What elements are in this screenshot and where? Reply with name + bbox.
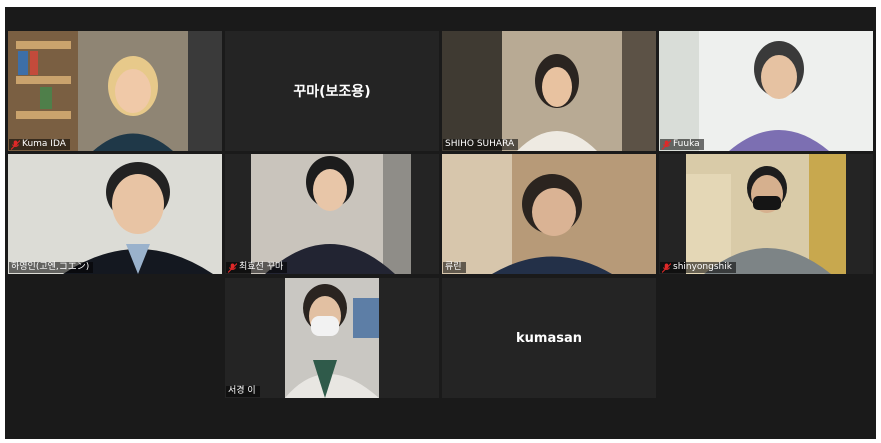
participant-video [659,31,873,151]
muted-mic-icon [228,262,237,273]
participant-name-tag: shinyongshik [660,262,736,273]
participant-name: shinyongshik [673,262,732,272]
video-gallery: Kuma IDA 꾸마(보조용) SHIHO SUHARA Fuuka 하영인(… [5,7,876,439]
participant-name: Fuuka [673,139,700,149]
participant-name: 서경 이 [228,386,256,396]
muted-mic-icon [662,262,671,273]
participant-tile-kuma-ida[interactable]: Kuma IDA [8,31,222,151]
participant-tile-fuuka[interactable]: Fuuka [659,31,873,151]
participant-name-tag: 하영인(고엔,コエン) [9,262,94,273]
participant-video [442,154,656,274]
participant-video [225,154,439,274]
participant-name: 최효선 꾸마 [239,262,284,272]
participant-name-tag: Kuma IDA [9,139,70,150]
participant-tile-ha-youngin[interactable]: 하영인(고엔,コエン) [8,154,222,274]
participant-tile-seogyeong[interactable]: 서경 이 [225,278,439,398]
participant-name: SHIHO SUHARA [445,139,515,149]
participant-video [442,31,656,151]
participant-tile-kkuma-sub[interactable]: 꾸마(보조용) [225,31,439,151]
participant-name: kumasan [516,330,582,346]
participant-name-tag: 류린 [443,262,466,273]
participant-name: 류린 [445,262,462,272]
participant-video [659,154,873,274]
participant-name: 하영인(고엔,コエン) [11,262,90,272]
participant-video [8,154,222,274]
participant-name: Kuma IDA [22,139,66,149]
muted-mic-icon [662,139,671,150]
participant-tile-shiho-suhara[interactable]: SHIHO SUHARA [442,31,656,151]
participant-tile-ryurin[interactable]: 류린 [442,154,656,274]
participant-tile-kumasan[interactable]: kumasan [442,278,656,398]
participant-name-tag: 서경 이 [226,386,260,397]
participant-name: 꾸마(보조용) [293,84,371,100]
participant-video [225,278,439,398]
participant-tile-shinyongshik[interactable]: shinyongshik [659,154,873,274]
participant-name-tag: 최효선 꾸마 [226,262,288,273]
participant-video [8,31,222,151]
participant-tile-choi-hyoseon[interactable]: 최효선 꾸마 [225,154,439,274]
muted-mic-icon [11,139,20,150]
participant-name-tag: Fuuka [660,139,704,150]
participant-name-tag: SHIHO SUHARA [443,139,519,150]
